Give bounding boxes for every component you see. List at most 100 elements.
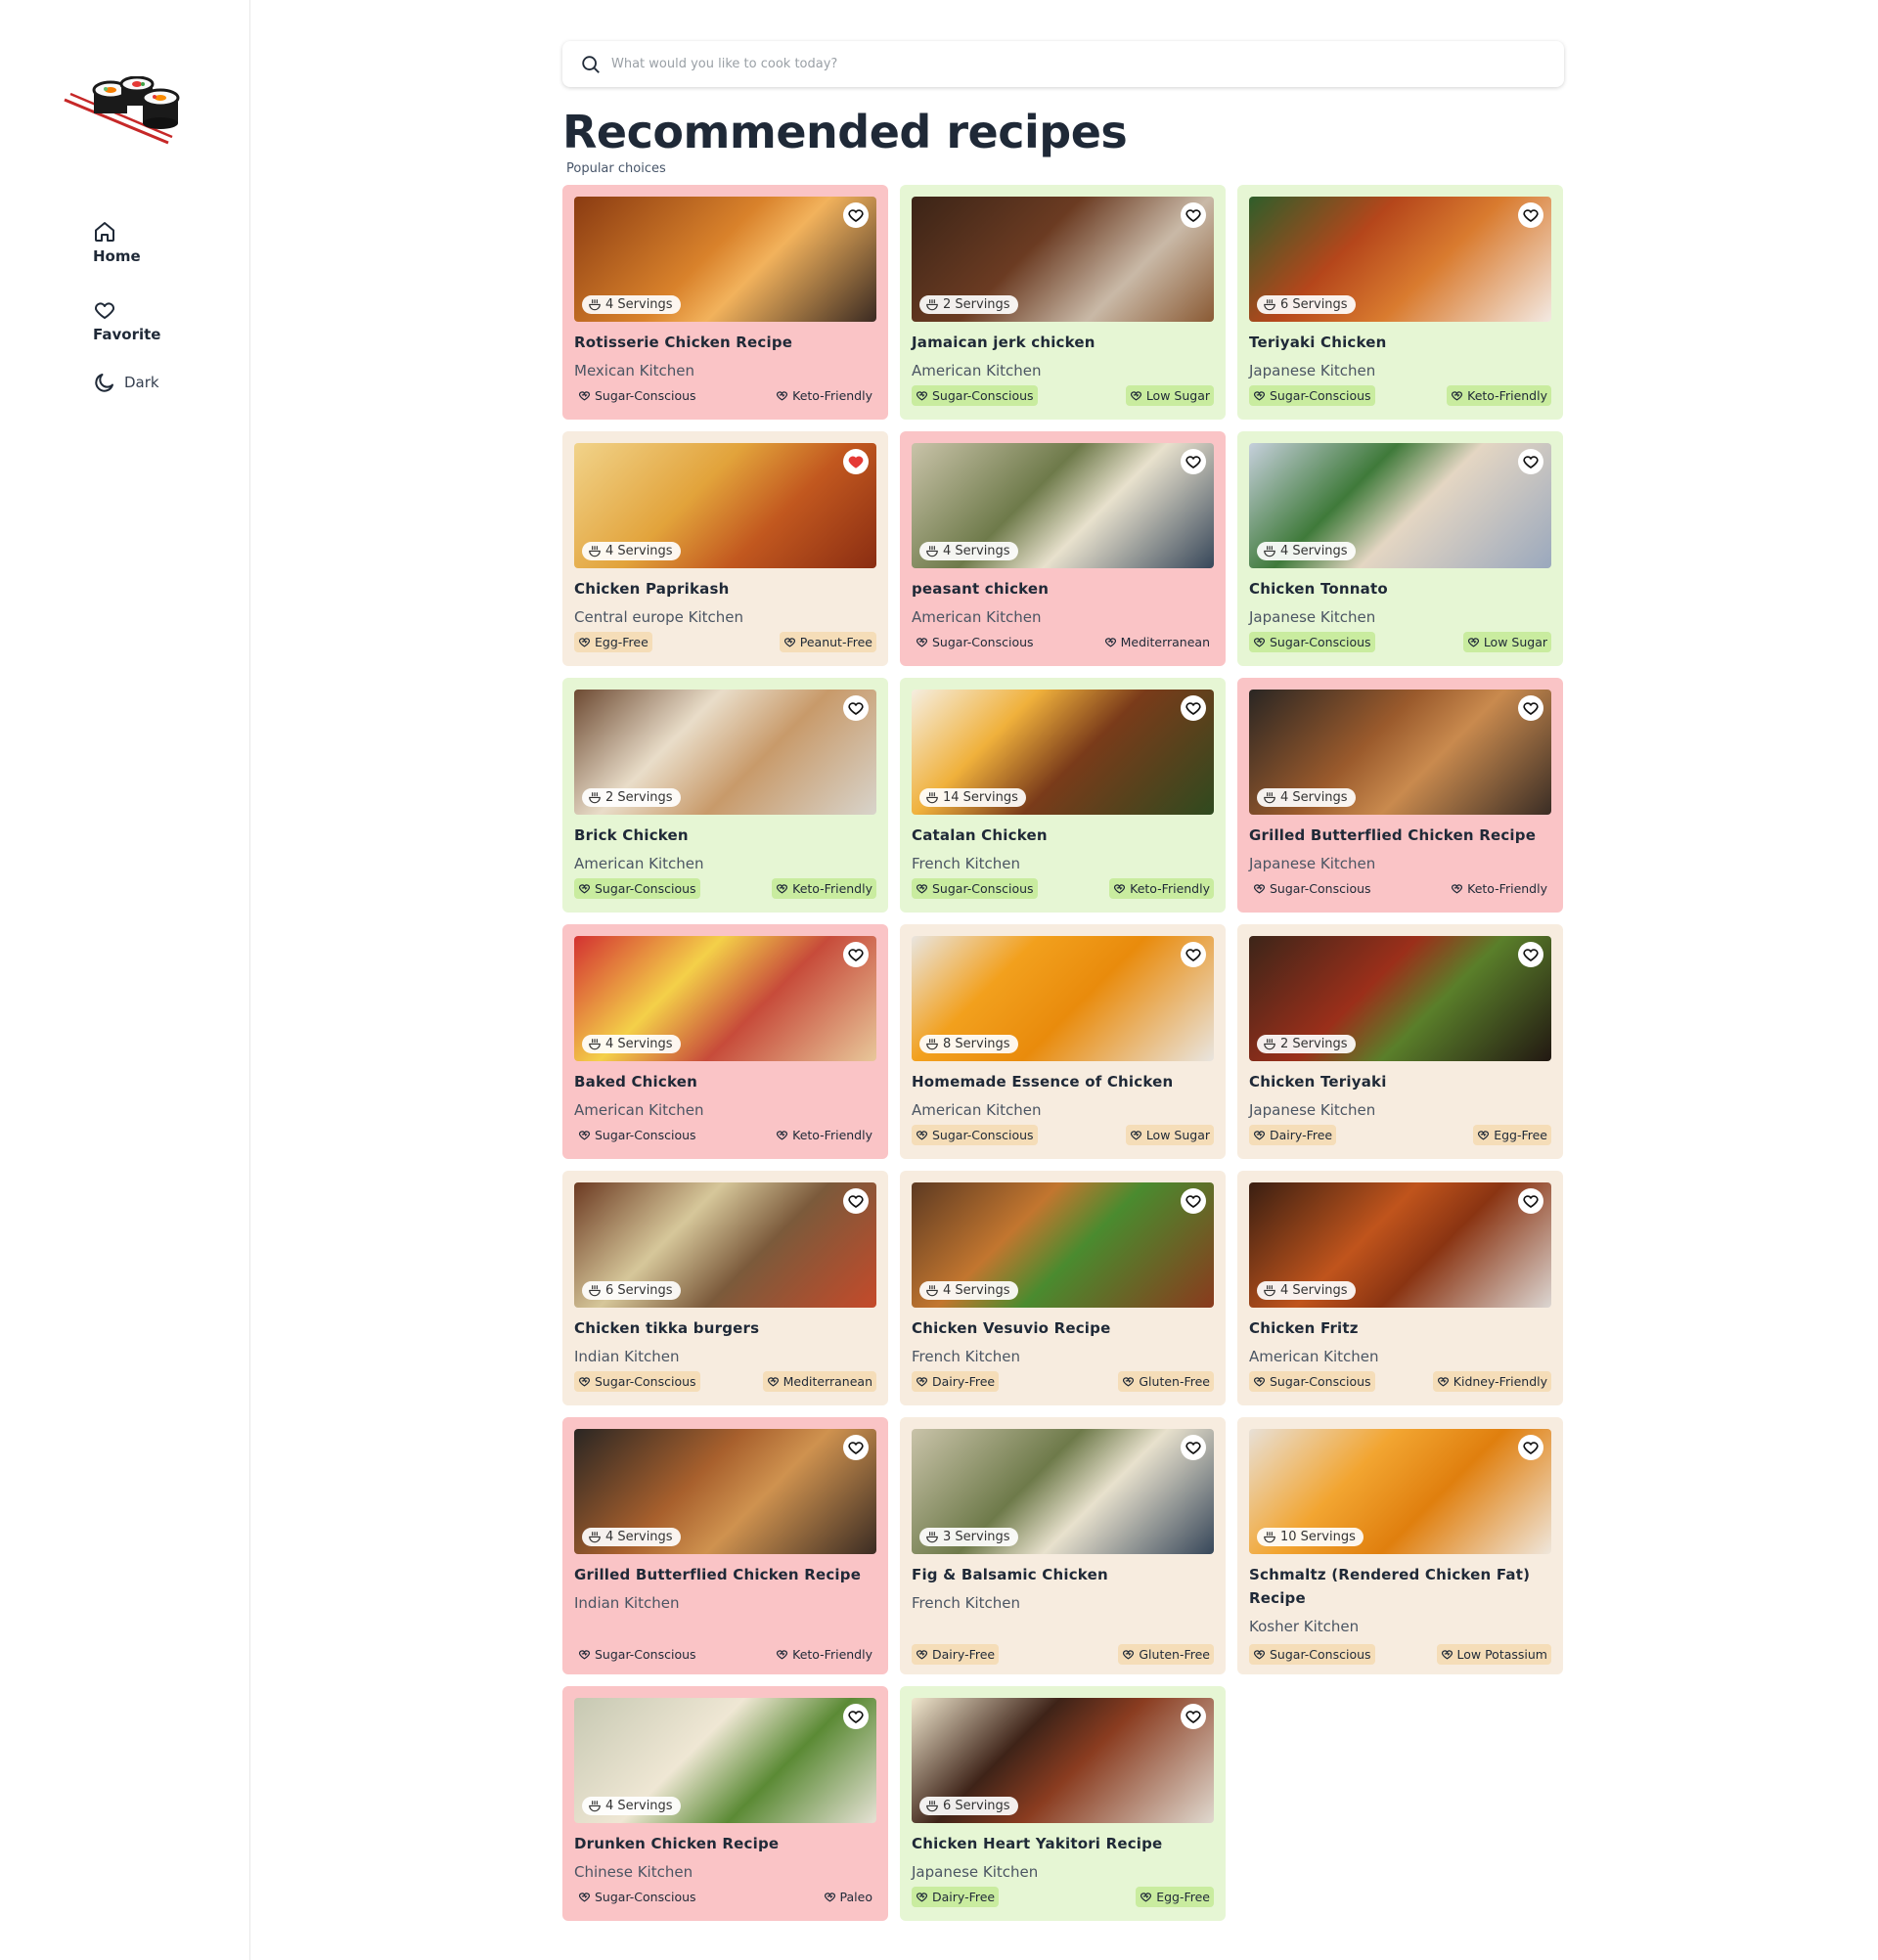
recipe-title[interactable]: peasant chicken xyxy=(912,577,1214,601)
favorite-button[interactable] xyxy=(843,1188,869,1214)
recipe-card[interactable]: 3 Servings Fig & Balsamic Chicken French K… xyxy=(900,1417,1226,1674)
recipe-image[interactable]: 4 Servings xyxy=(1249,1182,1551,1308)
recipe-card[interactable]: 4 Servings Chicken Fritz American Kitchen S… xyxy=(1237,1171,1563,1405)
recipe-title[interactable]: Homemade Essence of Chicken xyxy=(912,1070,1214,1093)
favorite-button[interactable] xyxy=(843,1435,869,1460)
recipe-card[interactable]: 4 Servings Chicken Paprikash Central europ… xyxy=(562,431,888,666)
recipe-title[interactable]: Grilled Butterflied Chicken Recipe xyxy=(574,1563,876,1586)
favorite-button[interactable] xyxy=(1518,942,1543,967)
recipe-image[interactable]: 4 Servings xyxy=(574,197,876,322)
favorite-button[interactable] xyxy=(1181,1188,1206,1214)
recipe-card[interactable]: 2 Servings Chicken Teriyaki Japanese Kitch… xyxy=(1237,924,1563,1159)
recipe-image[interactable]: 4 Servings xyxy=(912,1182,1214,1308)
recipe-image[interactable]: 8 Servings xyxy=(912,936,1214,1061)
heart-pulse-icon xyxy=(776,1129,788,1141)
recipe-title[interactable]: Baked Chicken xyxy=(574,1070,876,1093)
favorite-button[interactable] xyxy=(843,202,869,228)
favorite-button[interactable] xyxy=(1181,942,1206,967)
bowl-icon xyxy=(588,791,602,805)
favorite-button[interactable] xyxy=(1181,202,1206,228)
recipe-card[interactable]: 4 Servings Rotisserie Chicken Recipe Mexic… xyxy=(562,185,888,420)
recipe-title[interactable]: Chicken tikka burgers xyxy=(574,1316,876,1340)
favorite-button[interactable] xyxy=(1518,449,1543,474)
recipe-title[interactable]: Chicken Tonnato xyxy=(1249,577,1551,601)
heart-icon xyxy=(1185,946,1202,963)
recipe-title[interactable]: Rotisserie Chicken Recipe xyxy=(574,331,876,354)
favorite-button[interactable] xyxy=(1518,695,1543,721)
recipe-card[interactable]: 4 Servings Chicken Tonnato Japanese Kitche… xyxy=(1237,431,1563,666)
favorite-button[interactable] xyxy=(1518,1188,1543,1214)
recipe-title[interactable]: Chicken Fritz xyxy=(1249,1316,1551,1340)
recipe-title[interactable]: Drunken Chicken Recipe xyxy=(574,1832,876,1855)
recipe-card[interactable]: 4 Servings Drunken Chicken Recipe Chinese … xyxy=(562,1686,888,1921)
recipe-card[interactable]: 10 Servings Schmaltz (Rendered Chicken Fa… xyxy=(1237,1417,1563,1674)
recipe-image[interactable]: 2 Servings xyxy=(912,197,1214,322)
nav-home[interactable]: Home xyxy=(93,220,160,265)
recipe-image[interactable]: 4 Servings xyxy=(574,443,876,568)
favorite-button[interactable] xyxy=(843,942,869,967)
nav-favorite[interactable]: Favorite xyxy=(93,298,160,343)
recipe-title[interactable]: Chicken Teriyaki xyxy=(1249,1070,1551,1093)
recipe-card[interactable]: 4 Servings Grilled Butterflied Chicken Re… xyxy=(1237,678,1563,913)
bowl-icon xyxy=(588,1038,602,1051)
recipe-title[interactable]: Chicken Heart Yakitori Recipe xyxy=(912,1832,1214,1855)
search-input[interactable] xyxy=(611,57,1492,71)
favorite-button[interactable] xyxy=(1518,202,1543,228)
favorite-button[interactable] xyxy=(1518,1435,1543,1460)
recipe-image[interactable]: 4 Servings xyxy=(1249,443,1551,568)
recipe-title[interactable]: Jamaican jerk chicken xyxy=(912,331,1214,354)
recipe-card[interactable]: 2 Servings Jamaican jerk chicken American … xyxy=(900,185,1226,420)
recipe-image[interactable]: 4 Servings xyxy=(912,443,1214,568)
recipe-image[interactable]: 4 Servings xyxy=(574,1429,876,1554)
recipe-image[interactable]: 2 Servings xyxy=(574,690,876,815)
recipe-card[interactable]: 2 Servings Brick Chicken American Kitchen S… xyxy=(562,678,888,913)
heart-icon xyxy=(1522,699,1540,717)
search-bar[interactable] xyxy=(562,41,1564,87)
recipe-image[interactable]: 4 Servings xyxy=(1249,690,1551,815)
favorite-button[interactable] xyxy=(843,695,869,721)
heart-pulse-icon xyxy=(1253,1648,1266,1661)
favorite-button[interactable] xyxy=(1181,1435,1206,1460)
recipe-card[interactable]: 6 Servings Teriyaki Chicken Japanese Kitch… xyxy=(1237,185,1563,420)
nav-dark-toggle[interactable]: Dark xyxy=(93,371,160,394)
favorite-button[interactable] xyxy=(1181,1704,1206,1729)
recipe-image[interactable]: 10 Servings xyxy=(1249,1429,1551,1554)
favorite-button[interactable] xyxy=(1181,695,1206,721)
favorite-button[interactable] xyxy=(1181,449,1206,474)
recipe-title[interactable]: Chicken Vesuvio Recipe xyxy=(912,1316,1214,1340)
recipe-card[interactable]: 4 Servings Grilled Butterflied Chicken Re… xyxy=(562,1417,888,1674)
recipe-image[interactable]: 2 Servings xyxy=(1249,936,1551,1061)
recipe-card[interactable]: 6 Servings Chicken tikka burgers Indian Ki… xyxy=(562,1171,888,1405)
recipe-title[interactable]: Catalan Chicken xyxy=(912,824,1214,847)
recipe-image[interactable]: 3 Servings xyxy=(912,1429,1214,1554)
recipe-title[interactable]: Brick Chicken xyxy=(574,824,876,847)
heart-pulse-icon xyxy=(1104,636,1117,648)
recipe-image[interactable]: 6 Servings xyxy=(912,1698,1214,1823)
recipe-image[interactable]: 14 Servings xyxy=(912,690,1214,815)
health-tag: Keto-Friendly xyxy=(772,878,876,899)
heart-pulse-icon xyxy=(916,1891,928,1903)
sushi-logo[interactable] xyxy=(63,75,180,147)
recipe-title[interactable]: Schmaltz (Rendered Chicken Fat) Recipe xyxy=(1249,1563,1551,1610)
recipe-image[interactable]: 6 Servings xyxy=(574,1182,876,1308)
bowl-icon xyxy=(1263,791,1276,805)
recipe-card[interactable]: 4 Servings Chicken Vesuvio Recipe French K… xyxy=(900,1171,1226,1405)
favorite-button[interactable] xyxy=(843,1704,869,1729)
recipe-image[interactable]: 4 Servings xyxy=(574,1698,876,1823)
favorite-button[interactable] xyxy=(843,449,869,474)
recipe-title[interactable]: Grilled Butterflied Chicken Recipe xyxy=(1249,824,1551,847)
recipe-card[interactable]: 6 Servings Chicken Heart Yakitori Recipe J… xyxy=(900,1686,1226,1921)
recipe-title[interactable]: Chicken Paprikash xyxy=(574,577,876,601)
health-tag: Egg-Free xyxy=(574,632,652,652)
recipe-card[interactable]: 4 Servings Baked Chicken American Kitchen S… xyxy=(562,924,888,1159)
recipe-title[interactable]: Teriyaki Chicken xyxy=(1249,331,1551,354)
recipe-image[interactable]: 4 Servings xyxy=(574,936,876,1061)
recipe-tags: Dairy-Free Egg-Free xyxy=(1249,1125,1551,1145)
recipe-card[interactable]: 14 Servings Catalan Chicken French Kitchen… xyxy=(900,678,1226,913)
health-tag: Peanut-Free xyxy=(779,632,876,652)
recipe-card[interactable]: 4 Servings peasant chicken American Kitche… xyxy=(900,431,1226,666)
recipe-kitchen: Kosher Kitchen xyxy=(1249,1618,1360,1635)
recipe-image[interactable]: 6 Servings xyxy=(1249,197,1551,322)
recipe-card[interactable]: 8 Servings Homemade Essence of Chicken Ame… xyxy=(900,924,1226,1159)
recipe-title[interactable]: Fig & Balsamic Chicken xyxy=(912,1563,1214,1586)
